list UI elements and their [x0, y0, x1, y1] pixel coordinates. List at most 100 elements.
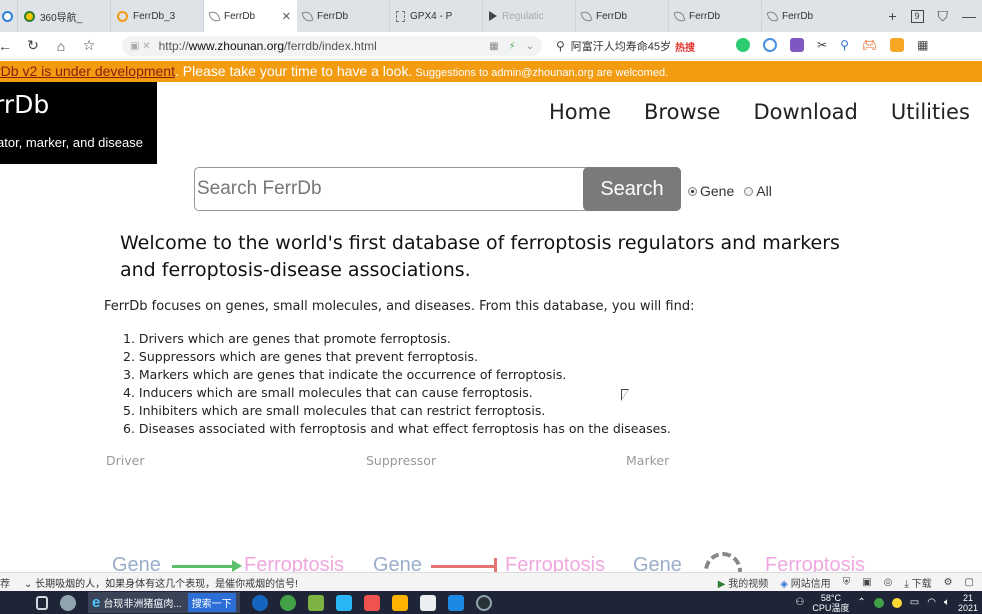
status-actions: ▶ 我的视频 ◈ 网站信用 ⛨ ▣ ◎ ⤓ 下载 ⚙ ▢ — [718, 575, 982, 590]
settings-icon[interactable]: ⚙ — [944, 577, 953, 588]
globe-icon — [117, 10, 128, 22]
minimize-icon[interactable]: — — [962, 8, 976, 24]
video-player-icon[interactable] — [335, 594, 352, 611]
reload-icon[interactable]: ↻ — [24, 37, 42, 54]
status-left-text: 荐 — [0, 578, 10, 590]
search-input[interactable] — [197, 168, 577, 210]
sync-icon[interactable]: ◎ — [884, 577, 893, 588]
site-logo[interactable]: rrDb ator, marker, and disease — [0, 82, 157, 164]
volume-icon[interactable]: 🔈︎ — [944, 597, 950, 608]
promote-arrow-icon — [172, 560, 242, 572]
tab-title: GPX4 - P — [410, 10, 453, 22]
tab-0[interactable] — [0, 0, 18, 32]
gear-icon — [704, 552, 742, 574]
news-ticker[interactable]: ⌄ 长期吸烟的人，如果身体有这几个表现，是催你戒烟的信号! — [24, 575, 298, 590]
tab-2[interactable]: FerrDb_3 — [111, 0, 204, 32]
media-icon[interactable] — [447, 594, 464, 611]
folder-icon[interactable] — [391, 594, 408, 611]
gamepad-icon[interactable]: 🎮︎ — [862, 38, 877, 52]
network-icon[interactable]: ▭ — [910, 597, 919, 608]
tab-8[interactable]: FerrDb — [669, 0, 762, 32]
360-browser-icon[interactable] — [279, 594, 296, 611]
tab-3-active[interactable]: FerrDb ✕ — [204, 0, 297, 32]
translate-icon[interactable] — [763, 38, 777, 52]
tabbar-controls: + 9 ⛉ — — [888, 0, 982, 32]
radio-gene[interactable]: Gene — [688, 183, 734, 199]
nav-home[interactable]: Home — [549, 100, 611, 124]
tab-1[interactable]: 360导航_ — [18, 0, 111, 32]
feature-list: 1. Drivers which are genes that promote … — [123, 330, 743, 438]
home-icon[interactable]: ⌂ — [52, 38, 70, 54]
address-bar: ← ↻ ⌂ ☆ ▣ ✕ http://www.zhounan.org/ferrd… — [0, 32, 982, 60]
photos-icon[interactable] — [419, 594, 436, 611]
wifi-icon[interactable]: ◠ — [927, 597, 936, 608]
category-marker[interactable]: Marker — [626, 453, 669, 468]
clock[interactable]: 21 2021 — [958, 593, 978, 613]
radio-gene-label: Gene — [700, 183, 735, 199]
tab-9[interactable]: FerrDb — [762, 0, 855, 32]
site-credit-button[interactable]: ◈ 网站信用 — [780, 575, 830, 590]
tab-strip: 360导航_ FerrDb_3 FerrDb ✕ FerrDb GPX4 - P… — [0, 0, 982, 32]
announcement-banner: rDb v2 is under development. Please take… — [0, 61, 982, 82]
nav-browse[interactable]: Browse — [644, 100, 720, 124]
banner-message: Please take your time to have a look. — [178, 63, 413, 79]
new-tab-icon[interactable]: + — [888, 8, 896, 24]
wechat-icon[interactable] — [736, 38, 750, 52]
tab-7[interactable]: FerrDb — [576, 0, 669, 32]
obs-icon[interactable] — [475, 594, 492, 611]
scissors-icon[interactable]: ✂ — [817, 38, 827, 52]
tab-4[interactable]: FerrDb — [297, 0, 390, 32]
download-button[interactable]: ⤓ 下载 — [904, 575, 931, 590]
nav-download[interactable]: Download — [753, 100, 857, 124]
pinwheel-icon[interactable] — [60, 594, 76, 611]
browser-search-box[interactable]: ⚲ 阿富汗人均寿命45岁 热搜 — [556, 36, 726, 56]
url-field[interactable]: ▣ ✕ http://www.zhounan.org/ferrdb/index.… — [122, 36, 542, 56]
site-info-icon[interactable]: ▣ ✕ — [130, 41, 151, 52]
tray-yellow-icon[interactable] — [891, 597, 902, 608]
chevron-up-icon[interactable]: ⌃ — [857, 597, 865, 608]
category-suppressor[interactable]: Suppressor — [366, 453, 436, 468]
url-actions: ▦ ⚡ ⌄ — [489, 41, 534, 52]
image-icon[interactable]: ▣ — [862, 577, 871, 588]
taskbar-search-button[interactable]: 搜索一下 — [187, 593, 236, 612]
radio-all-label: All — [756, 183, 772, 199]
iqiyi-icon[interactable] — [307, 594, 324, 611]
v2-link[interactable]: rDb v2 is under development — [0, 63, 175, 79]
grid-menu-icon[interactable]: ▦ — [917, 38, 928, 52]
radio-all[interactable]: All — [744, 183, 772, 199]
shirt-icon[interactable]: ⛉ — [938, 8, 949, 25]
nav-utilities[interactable]: Utilities — [891, 100, 970, 124]
cpu-temperature[interactable]: 58°C CPU温度 — [812, 593, 849, 613]
taskbar-browser[interactable]: e 台现非洲猪瘟肉... 搜索一下 — [88, 592, 240, 613]
window-icon[interactable]: ▢ — [965, 577, 974, 588]
my-video-button[interactable]: ▶ 我的视频 — [718, 575, 768, 590]
tray-green-icon[interactable] — [873, 597, 884, 608]
star-icon[interactable]: ☆ — [80, 37, 98, 54]
qr-icon[interactable]: ▦ — [489, 41, 498, 52]
close-tab-icon[interactable]: ✕ — [282, 10, 291, 23]
tab-6[interactable]: Regulatic — [483, 0, 576, 32]
tab-title: FerrDb_3 — [133, 10, 176, 22]
back-icon[interactable]: ← — [0, 38, 14, 54]
people-icon[interactable]: ⚇ — [795, 597, 804, 608]
notes-icon[interactable] — [790, 38, 804, 52]
category-driver[interactable]: Driver — [106, 453, 144, 468]
tab-5[interactable]: GPX4 - P — [390, 0, 483, 32]
edge-icon[interactable] — [251, 594, 268, 611]
chevron-down-icon[interactable]: ⌄ — [526, 41, 534, 52]
logo-name: rrDb — [0, 90, 50, 119]
tab-title: FerrDb — [317, 10, 349, 22]
hot-search-badge[interactable]: 热搜 — [675, 39, 695, 54]
list-item: 6. Diseases associated with ferroptosis … — [123, 421, 671, 436]
tab-title: FerrDb — [596, 10, 628, 22]
lightning-icon[interactable]: ⚡ — [509, 41, 516, 52]
app-icon[interactable] — [363, 594, 380, 611]
category-diagrams: Gene Ferroptosis Gene Ferroptosis Gene F… — [112, 550, 982, 574]
shield-icon[interactable] — [890, 38, 905, 52]
magnifier-icon[interactable]: ⚲ — [840, 38, 849, 52]
search-button[interactable]: Search — [583, 167, 681, 211]
list-item: 1. Drivers which are genes that promote … — [123, 331, 451, 346]
tab-count-badge[interactable]: 9 — [910, 9, 924, 23]
task-view-icon[interactable] — [36, 595, 48, 610]
security-icon[interactable]: ⛨ — [843, 577, 851, 588]
